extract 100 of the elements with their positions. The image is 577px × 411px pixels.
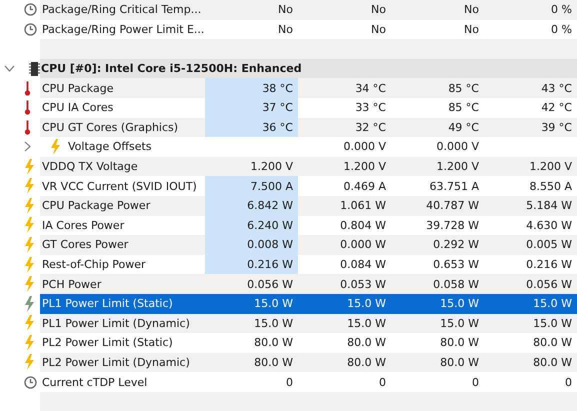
sensor-value: 4.630 W [525,218,573,234]
lightning-bolt-icon [24,315,35,332]
sensor-name[interactable]: PL2 Power Limit (Dynamic) [40,352,205,372]
sensor-value: 1.200 V [342,159,387,176]
sensor-value: 37 °C [205,98,298,118]
sensor-value: 85 °C [447,100,480,116]
lightning-bolt-icon [24,334,35,351]
sensor-name[interactable]: Rest-of-Chip Power [40,254,205,274]
chip-icon [29,60,40,77]
sensor-value: 0.804 W [339,218,387,234]
sensor-value: 1.200 V [249,159,294,176]
sensor-name[interactable]: Package/Ring Critical Temp... [40,0,205,20]
sensor-value: 80.0 W [253,335,294,352]
sensor-value: 0.056 W [525,276,573,293]
sensor-name[interactable]: IA Cores Power [40,216,205,236]
sensor-value: 15.0 W [391,294,484,314]
sensor-value: 0.292 W [432,237,480,254]
sensor-name[interactable]: Current cTDP Level [40,372,205,392]
sensor-value: 1.200 V [435,159,480,176]
sensor-value: 0.058 W [432,276,480,293]
sensor-value: 0 % [550,2,573,18]
sensor-value: 0.653 W [432,257,480,274]
sensor-value: 0.056 W [246,276,294,293]
sensor-name[interactable]: VR VCC Current (SVID IOUT) [40,176,205,196]
sensor-name[interactable]: Package/Ring Power Limit E... [40,20,205,40]
sensor-value: 0.000 V [435,139,480,156]
sensor-value: 0.005 W [525,237,573,254]
lightning-bolt-icon [50,138,61,155]
lightning-bolt-icon [24,276,35,292]
expand-chevron-icon[interactable] [22,141,33,152]
sensor-value: 80.0 W [346,335,387,352]
sensor-value: 0.216 W [525,257,573,274]
sensor-value: No [463,22,480,38]
sensor-value: 8.550 A [528,178,573,195]
sensor-value: 34 °C [354,80,387,97]
sensor-value: 85 °C [447,80,480,97]
sensor-value: 0.000 W [339,237,387,254]
sensor-value: No [277,2,294,18]
sensor-value: 49 °C [447,120,480,136]
sensor-name[interactable]: PL1 Power Limit (Static) [40,294,205,314]
sensor-value: No [277,22,294,38]
sensor-value: 15.0 W [484,294,577,314]
sensor-value: 15.0 W [205,294,298,314]
sensor-value: 7.500 A [205,176,298,196]
sensor-value: 0.008 W [205,235,298,255]
sensor-value: 39.728 W [425,218,480,234]
sensor-value: No [370,2,387,18]
sensor-name[interactable]: PL2 Power Limit (Static) [40,333,205,353]
sensor-value: 0 [378,374,387,391]
lightning-bolt-icon [24,236,35,253]
sensor-value: 80.0 W [439,335,480,352]
lightning-bolt-icon [24,198,35,214]
sensor-name[interactable]: GT Cores Power [40,235,205,255]
sensor-value: 6.240 W [205,216,298,236]
thermometer-icon [24,120,31,135]
collapse-chevron-icon[interactable] [4,63,15,74]
sensor-value: 0 [564,374,573,391]
sensor-name: Voltage Offsets [68,140,152,154]
sensor-value: 0 [285,374,294,391]
sensor-value: 15.0 W [346,316,387,332]
sensor-value: 38 °C [205,78,298,98]
clock-icon [24,22,37,36]
sensor-value: 0 % [550,22,573,38]
lightning-bolt-icon [24,296,35,312]
sensor-value: 15.0 W [532,316,573,332]
sensor-value: 0.000 V [342,139,387,156]
sensor-value: 43 °C [540,80,573,97]
sensor-name[interactable]: PL1 Power Limit (Dynamic) [40,314,205,334]
thermometer-icon [24,80,31,96]
sensor-name[interactable]: CPU IA Cores [40,98,205,118]
sensor-value: 15.0 W [439,316,480,332]
sensor-value: 1.061 W [339,198,387,214]
sensor-value: 39 °C [540,120,573,136]
sensor-value: 32 °C [354,120,387,136]
sensor-name[interactable]: CPU Package Power [40,196,205,216]
sensor-value: 40.787 W [425,198,480,214]
clock-icon [24,376,37,389]
clock-icon [24,3,37,16]
sensor-name[interactable]: CPU GT Cores (Graphics) [40,118,205,138]
group-title[interactable]: CPU [#0]: Intel Core i5-12500H: Enhanced [40,58,577,78]
sensor-value: 80.0 W [346,354,387,371]
sensor-value: 15.0 W [253,316,294,332]
sensor-value: 80.0 W [532,335,573,352]
sensor-value: No [370,22,387,38]
sensor-value: 0.084 W [339,257,387,274]
lightning-bolt-icon [24,217,35,234]
sensor-value: 36 °C [205,118,298,138]
sensor-value: No [463,2,480,18]
sensor-value: 0.216 W [205,254,298,274]
sensor-value: 42 °C [540,100,573,116]
lightning-bolt-icon [24,178,35,194]
sensor-value: 80.0 W [439,354,480,371]
sensor-name[interactable]: VDDQ TX Voltage [40,156,205,176]
sensor-name[interactable]: CPU Package [40,78,205,98]
sensor-value: 80.0 W [253,354,294,371]
sensor-value: 0 [471,374,480,391]
sensor-name[interactable]: PCH Power [40,274,205,294]
thermometer-icon [24,100,31,116]
lightning-bolt-icon [24,256,35,273]
sensor-value: 33 °C [354,100,387,116]
